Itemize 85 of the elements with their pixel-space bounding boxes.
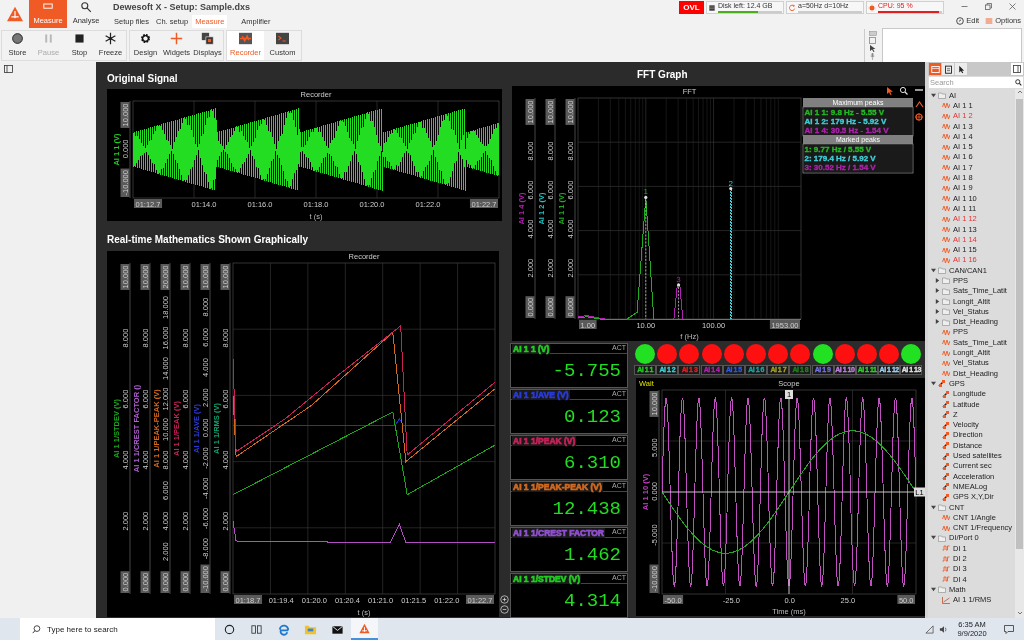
peak-marker-label: 3 [676, 274, 681, 284]
meter-label: AI 1 1/STDEV (V) [512, 574, 582, 584]
pointer-icon [869, 45, 876, 52]
chip-icon [868, 3, 876, 12]
legend-entry: AI 1 4: 30.5 Hz - 1.54 V [804, 126, 912, 135]
section-heading: FFT Graph [637, 67, 688, 82]
search-icon [899, 86, 909, 96]
disk-icon [708, 3, 716, 12]
speaker-icon [939, 624, 948, 634]
window-title: Dewesoft X - Setup: Sample.dxs [112, 2, 252, 12]
keyboard-icon [868, 31, 877, 36]
notification-icon [1004, 624, 1014, 634]
close-icon [1007, 2, 1017, 11]
logo-icon [358, 621, 371, 635]
compass-icon [956, 16, 965, 25]
plus-icon [170, 32, 183, 46]
logo-icon [5, 6, 24, 22]
clipboard-icon [943, 64, 953, 74]
minus-icon [914, 89, 924, 91]
browser-icon [277, 622, 290, 636]
meter-value: 6.310 [564, 452, 621, 473]
marker-dot [729, 187, 733, 191]
pause-icon [42, 32, 55, 46]
search-icon [1015, 79, 1022, 86]
meter-label: AI 1 1/PEAK (V) [512, 436, 577, 446]
folder-icon [938, 585, 946, 594]
legend-entry: 1: 9.77 Hz / 5.55 V [804, 145, 912, 154]
sidebar-tab[interactable] [942, 63, 954, 75]
task-view-icon [250, 622, 263, 636]
waveform-icon [239, 32, 252, 46]
microphone-icon [870, 53, 875, 60]
panel-toggle-icon [4, 65, 13, 73]
meter-value: 1.462 [564, 544, 621, 565]
panel-toggle-icon [1013, 65, 1021, 73]
restore-icon [983, 2, 993, 11]
ramp-icon [942, 595, 950, 604]
section-heading: Original Signal [107, 72, 178, 86]
scrollbar-thumb[interactable] [1016, 99, 1023, 549]
pointer-icon [887, 87, 893, 95]
sidebar-tab[interactable] [955, 63, 967, 75]
meter-label: AI 1 1 (V) [512, 344, 551, 354]
sync-icon [788, 3, 796, 12]
zoom-in-icon [500, 595, 509, 604]
zoom-out-icon [500, 605, 509, 614]
legend-entry: 2: 179.4 Hz / 5.92 V [804, 154, 912, 163]
windows-icon [201, 32, 214, 46]
search-icon [32, 624, 41, 634]
marker-dot [644, 195, 648, 200]
snowflake-icon [104, 32, 117, 46]
legend-entry: 3: 30.52 Hz / 1.54 V [804, 163, 912, 172]
record-icon [11, 32, 24, 46]
meter-label: AI 1 1/AVE (V) [512, 390, 570, 400]
folder-icon [938, 533, 946, 542]
menu-icon [985, 16, 994, 25]
legend-entry: AI 1 1: 9.8 Hz - 5.55 V [804, 108, 912, 117]
meter-value: 12.438 [552, 498, 621, 519]
overload-indicator: OVL [679, 1, 704, 14]
search-icon [79, 1, 93, 14]
folder-icon [938, 91, 946, 100]
gear-icon [139, 32, 152, 46]
folder-icon [938, 503, 946, 511]
tablet-icon [869, 37, 876, 44]
window-icon [930, 64, 940, 74]
meter-value: -5.755 [552, 360, 621, 381]
marker-dot [676, 283, 681, 287]
scroll-down-icon [1016, 610, 1023, 616]
caret-up-icon [915, 100, 924, 108]
terminal-icon [276, 32, 289, 46]
meter-value: 0.123 [564, 406, 621, 427]
peak-marker-label: 2 [728, 178, 733, 188]
circle-icon [223, 622, 236, 636]
pointer-icon [956, 64, 966, 74]
scrollbar[interactable] [1015, 89, 1024, 618]
panel-toggle-button[interactable] [1011, 63, 1023, 75]
cursor-line [678, 286, 679, 320]
stop-icon [73, 32, 86, 46]
meter-label: AI 1 1/CREST FACTOR [512, 528, 605, 538]
network-icon [925, 624, 934, 634]
scroll-up-icon [1016, 89, 1023, 95]
meter-value: 4.314 [564, 590, 621, 611]
legend-entry: AI 1 2: 179 Hz - 5.92 V [804, 117, 912, 126]
target-icon [914, 112, 924, 122]
meter-label: AI 1 1/PEAK-PEAK (V) [512, 482, 603, 492]
section-heading: Real-time Mathematics Shown Graphically [107, 232, 309, 247]
peak-marker-label: 1 [643, 187, 648, 197]
